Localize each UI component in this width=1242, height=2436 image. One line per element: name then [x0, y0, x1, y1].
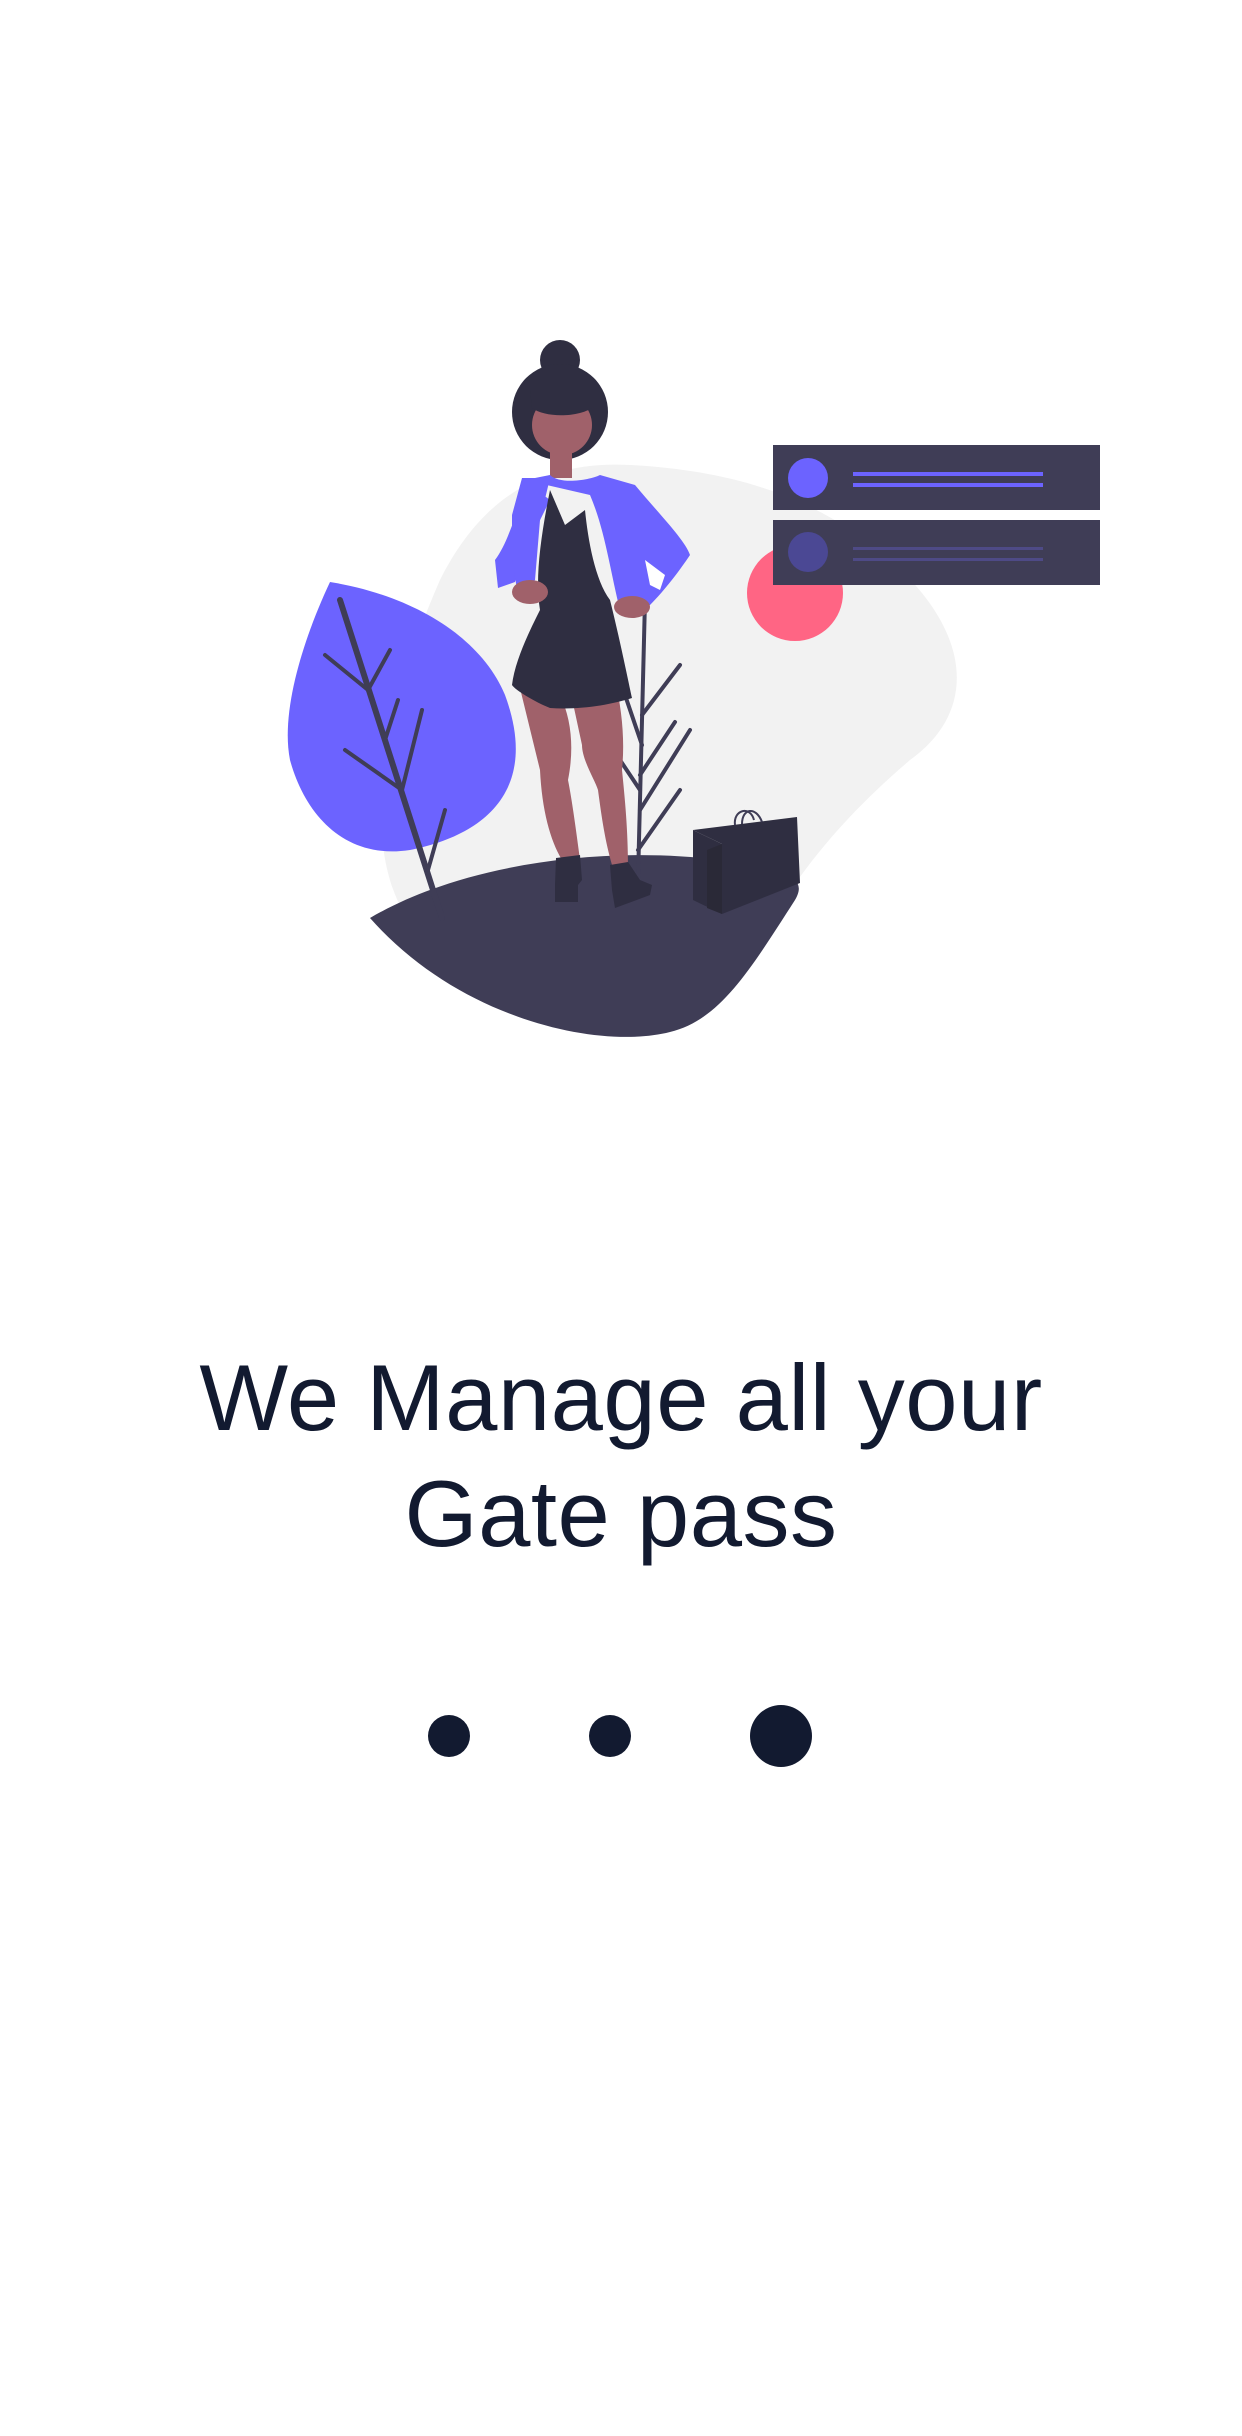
page-indicator-dot-1[interactable]	[428, 1715, 470, 1757]
woman-shopping-illustration	[287, 340, 1100, 1037]
onboarding-headline: We Manage all your Gate pass	[199, 1345, 1043, 1566]
page-indicator-dot-2[interactable]	[589, 1715, 631, 1757]
pagination-dots	[0, 1700, 1242, 1770]
onboarding-screen: We Manage all your Gate pass	[0, 0, 1242, 2436]
list-card-1	[773, 445, 1100, 510]
page-indicator-dot-3-active[interactable]	[750, 1705, 812, 1767]
list-card-2	[773, 520, 1100, 585]
onboarding-illustration	[250, 320, 1100, 1060]
